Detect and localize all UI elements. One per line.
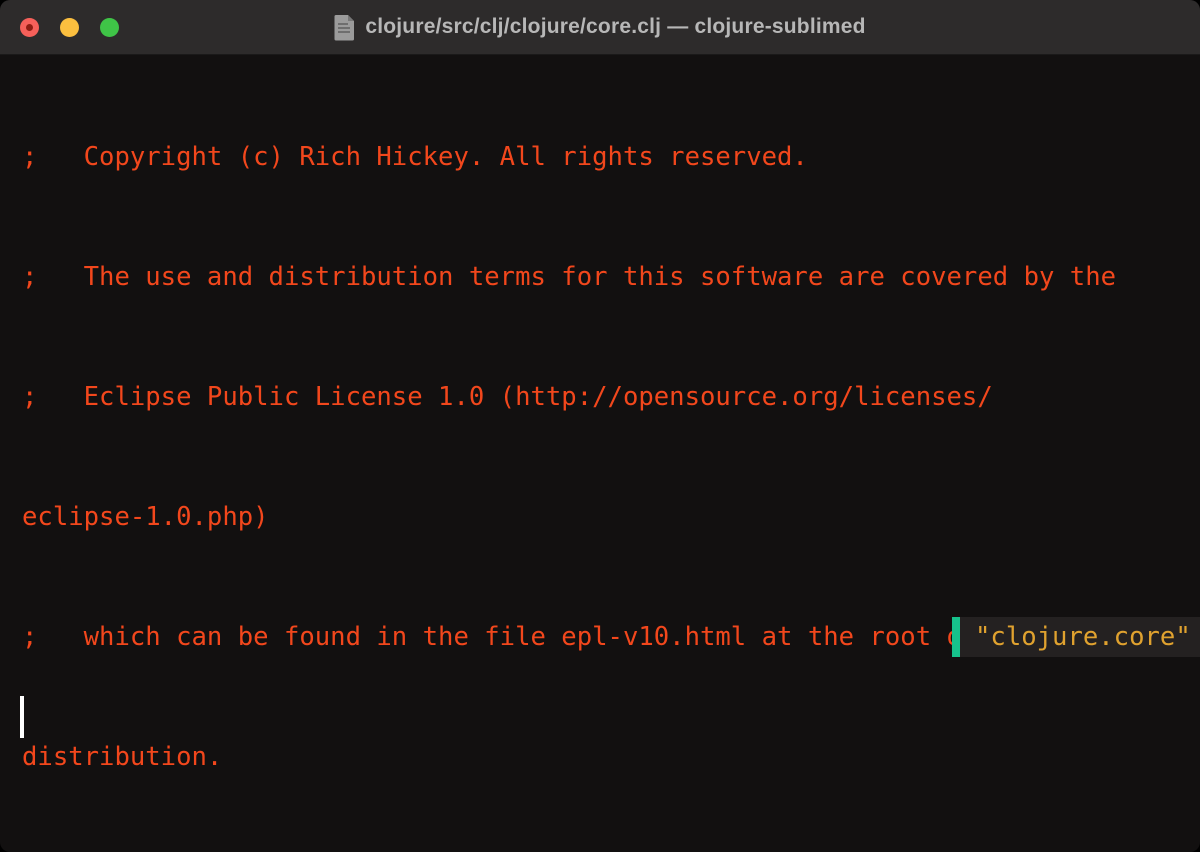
eval-result-panel: "clojure.core" [952, 617, 1200, 657]
comment-line: ; Eclipse Public License 1.0 (http://ope… [22, 377, 1200, 417]
comment-line-wrapped: distribution. [22, 737, 1200, 777]
text-cursor [20, 696, 24, 738]
window-title: clojure/src/clj/clojure/core.clj — cloju… [365, 15, 865, 39]
zoom-button[interactable] [100, 18, 119, 37]
code-editor[interactable]: ; Copyright (c) Rich Hickey. All rights … [0, 55, 1200, 851]
comment-line: ; The use and distribution terms for thi… [22, 257, 1200, 297]
comment-line-wrapped: eclipse-1.0.php) [22, 497, 1200, 537]
window-controls [20, 0, 119, 54]
eval-result-marker [952, 617, 960, 657]
close-button[interactable] [20, 18, 39, 37]
unsaved-changes-indicator-icon [26, 24, 33, 31]
title-group: clojure/src/clj/clojure/core.clj — cloju… [334, 14, 865, 41]
app-window: clojure/src/clj/clojure/core.clj — cloju… [0, 0, 1200, 852]
eval-result-value: "clojure.core" [960, 617, 1191, 657]
comment-line: ; Copyright (c) Rich Hickey. All rights … [22, 137, 1200, 177]
minimize-button[interactable] [60, 18, 79, 37]
document-icon [334, 14, 355, 41]
title-bar: clojure/src/clj/clojure/core.clj — cloju… [0, 0, 1200, 55]
